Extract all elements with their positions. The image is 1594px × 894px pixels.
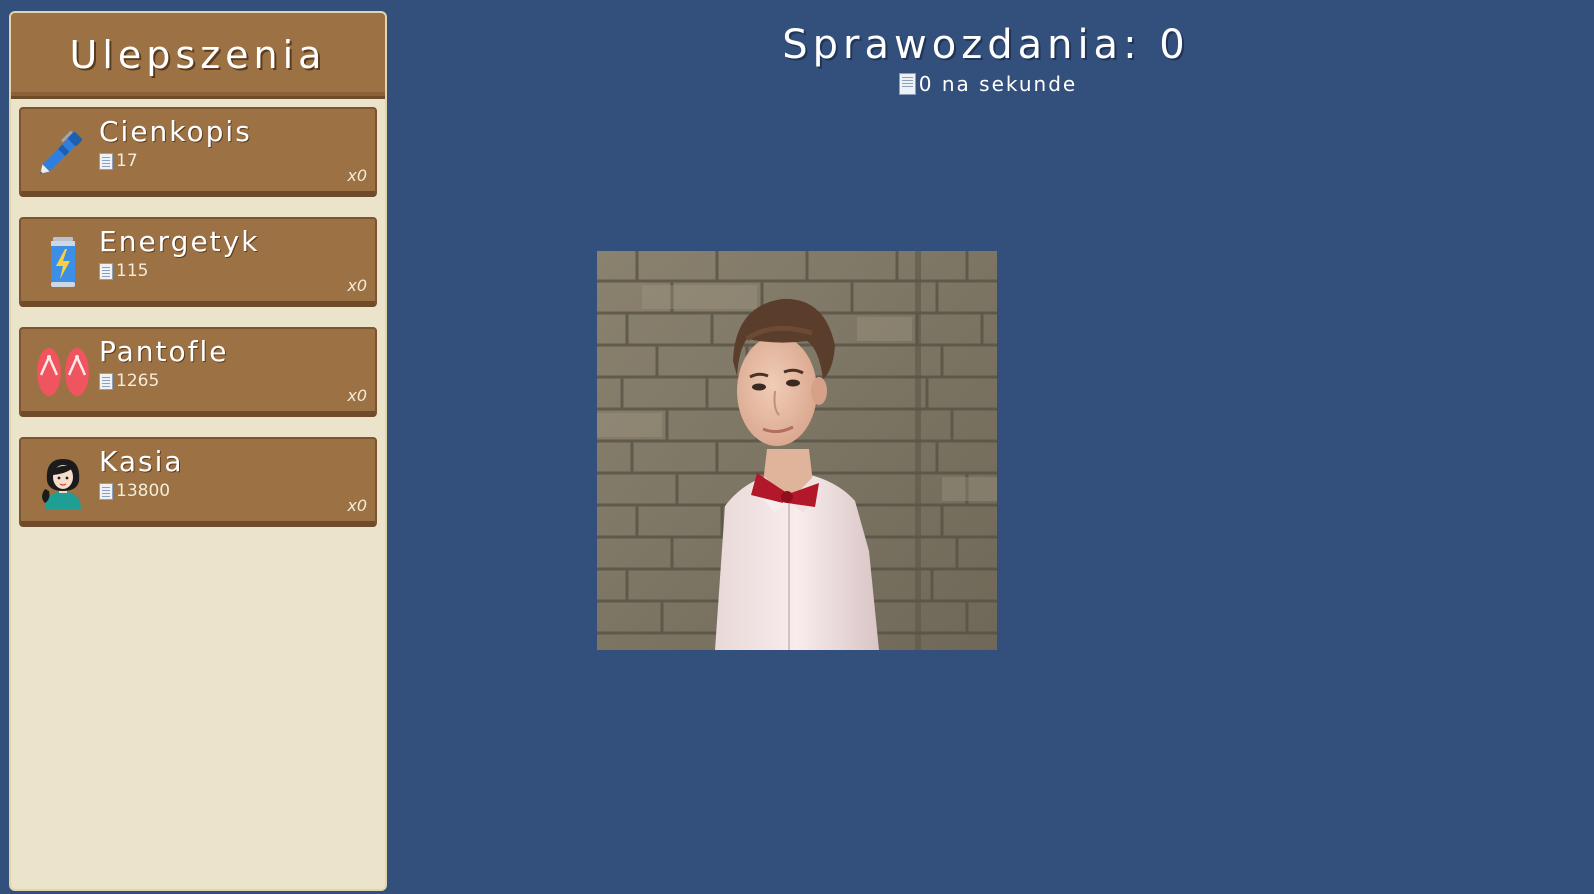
upgrades-panel: Ulepszenia Cienkopis 17 x0 Energetyk 115… — [9, 11, 387, 891]
upgrade-cost: 13800 — [99, 481, 170, 501]
upgrades-header: Ulepszenia — [11, 13, 385, 99]
upgrade-name: Cienkopis — [99, 115, 252, 148]
upgrade-owned-count: x0 — [347, 496, 367, 515]
upgrade-item-cienkopis[interactable]: Cienkopis 17 x0 — [19, 107, 377, 197]
document-icon — [99, 262, 113, 280]
upgrade-owned-count: x0 — [347, 276, 367, 295]
energy-drink-icon — [51, 237, 75, 287]
document-icon — [99, 152, 113, 170]
reports-counter: Sprawozdania: 0 — [782, 22, 1190, 68]
flip-flops-icon — [37, 348, 89, 396]
clicker-portrait-photo[interactable] — [597, 251, 997, 650]
upgrade-cost-value: 17 — [116, 151, 138, 171]
upgrade-item-energetyk[interactable]: Energetyk 115 x0 — [19, 217, 377, 307]
document-icon — [99, 372, 113, 390]
upgrade-owned-count: x0 — [347, 386, 367, 405]
upgrade-cost-value: 115 — [116, 261, 149, 281]
reports-rate-label: 0 na sekunde — [918, 72, 1078, 96]
score-area: Sprawozdania: 0 0 na sekunde — [390, 22, 1594, 96]
woman-avatar-icon — [42, 459, 81, 509]
upgrade-name: Energetyk — [99, 225, 260, 258]
reports-per-second: 0 na sekunde — [386, 72, 1590, 96]
upgrade-cost: 1265 — [99, 371, 159, 391]
upgrade-cost-value: 1265 — [116, 371, 160, 391]
upgrades-title: Ulepszenia — [69, 32, 327, 77]
document-icon — [99, 482, 113, 500]
upgrade-cost-value: 13800 — [116, 481, 171, 501]
upgrade-name: Kasia — [99, 445, 184, 478]
upgrade-cost: 115 — [99, 261, 148, 281]
upgrade-cost: 17 — [99, 151, 138, 171]
upgrade-item-pantofle[interactable]: Pantofle 1265 x0 — [19, 327, 377, 417]
upgrade-owned-count: x0 — [347, 166, 367, 185]
upgrade-item-kasia[interactable]: Kasia 13800 x0 — [19, 437, 377, 527]
upgrade-list: Cienkopis 17 x0 Energetyk 115 x0 Pantofl… — [11, 99, 385, 527]
document-icon — [898, 73, 916, 95]
upgrade-name: Pantofle — [99, 335, 229, 368]
pen-icon — [39, 130, 82, 175]
